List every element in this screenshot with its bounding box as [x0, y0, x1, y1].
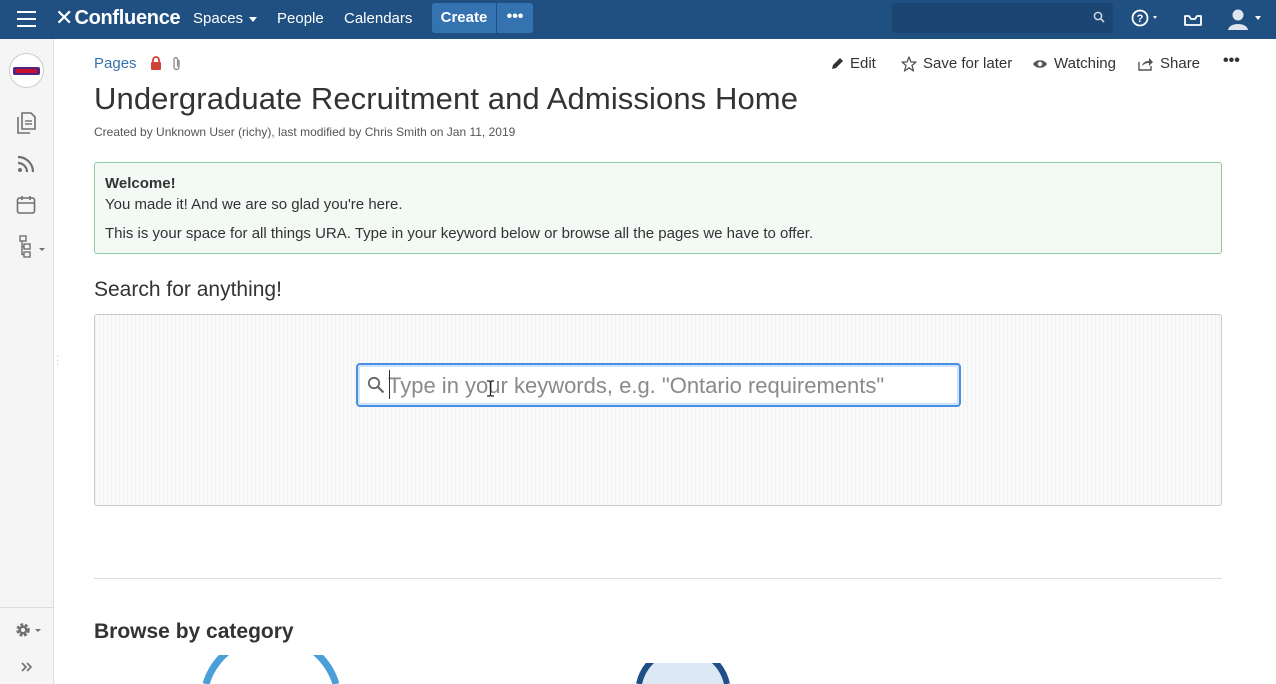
create-more-button[interactable]: ••• [497, 3, 533, 33]
keyword-search-box[interactable] [356, 363, 961, 407]
top-navigation-bar: ✕ Confluence Spaces People Calendars Cre… [0, 0, 1276, 39]
avatar-icon [1226, 6, 1261, 30]
edit-button[interactable]: Edit [831, 55, 876, 72]
create-button[interactable]: Create [432, 3, 496, 33]
left-sidebar [0, 39, 54, 684]
pencil-icon [832, 58, 843, 69]
pages-icon[interactable] [16, 112, 36, 134]
text-caret [389, 370, 390, 399]
svg-text:?: ? [1137, 13, 1144, 25]
sidebar-footer [0, 607, 53, 684]
logo-text: Confluence [74, 6, 181, 29]
browse-heading: Browse by category [94, 620, 294, 643]
save-for-later-button[interactable]: Save for later [901, 55, 1012, 72]
user-menu[interactable] [1225, 5, 1263, 38]
menu-icon[interactable] [17, 11, 36, 27]
search-icon [367, 376, 385, 394]
help-menu[interactable]: ? [1131, 9, 1163, 34]
watching-button[interactable]: Watching [1032, 55, 1116, 72]
welcome-heading: Welcome! [105, 175, 176, 192]
watching-label: Watching [1054, 55, 1116, 72]
page-byline: Created by Unknown User (richy), last mo… [94, 125, 516, 139]
attachment-icon[interactable] [172, 56, 182, 72]
expand-sidebar-icon[interactable] [20, 660, 34, 674]
eye-icon [1033, 59, 1047, 68]
blog-feed-icon[interactable] [16, 154, 36, 174]
welcome-line-1: You made it! And we are so glad you're h… [105, 196, 403, 213]
chevron-down-icon [249, 16, 258, 22]
help-icon: ? [1131, 9, 1157, 27]
welcome-line-2: This is your space for all things URA. T… [105, 225, 814, 242]
people-link[interactable]: People [277, 10, 324, 27]
category-circle-icon[interactable] [196, 655, 346, 684]
keyword-search-input[interactable] [388, 371, 948, 401]
page-title: Undergraduate Recruitment and Admissions… [94, 81, 799, 116]
search-icon [1093, 11, 1105, 23]
lock-icon[interactable] [150, 56, 162, 71]
settings-gear-icon[interactable] [14, 620, 46, 640]
calendars-link[interactable]: Calendars [344, 10, 412, 27]
calendar-icon[interactable] [16, 195, 36, 215]
more-actions-button[interactable]: ••• [1223, 52, 1240, 70]
welcome-panel: Welcome! You made it! And we are so glad… [94, 162, 1222, 254]
share-icon [1138, 57, 1153, 71]
sidebar-resize-handle[interactable]: · · · [56, 352, 59, 370]
category-circle-icon[interactable] [633, 663, 733, 684]
confluence-logo[interactable]: ✕ Confluence [55, 5, 181, 30]
notifications-icon [1184, 15, 1202, 26]
top-search-input[interactable] [892, 3, 1113, 33]
section-divider [94, 578, 1222, 579]
share-label: Share [1160, 55, 1201, 72]
space-logo-icon[interactable] [9, 53, 44, 88]
notifications-button[interactable] [1183, 10, 1203, 33]
spaces-label: Spaces [193, 10, 244, 27]
spaces-menu[interactable]: Spaces [193, 10, 258, 27]
search-panel [94, 314, 1222, 506]
star-icon [901, 55, 917, 72]
breadcrumb[interactable]: Pages [94, 55, 137, 72]
search-heading: Search for anything! [94, 278, 282, 301]
text-cursor-icon [487, 380, 494, 397]
save-for-later-label: Save for later [923, 55, 1013, 72]
hierarchy-icon[interactable] [16, 235, 48, 259]
confluence-x-icon: ✕ [55, 5, 74, 30]
edit-label: Edit [850, 55, 876, 72]
share-button[interactable]: Share [1138, 55, 1200, 72]
